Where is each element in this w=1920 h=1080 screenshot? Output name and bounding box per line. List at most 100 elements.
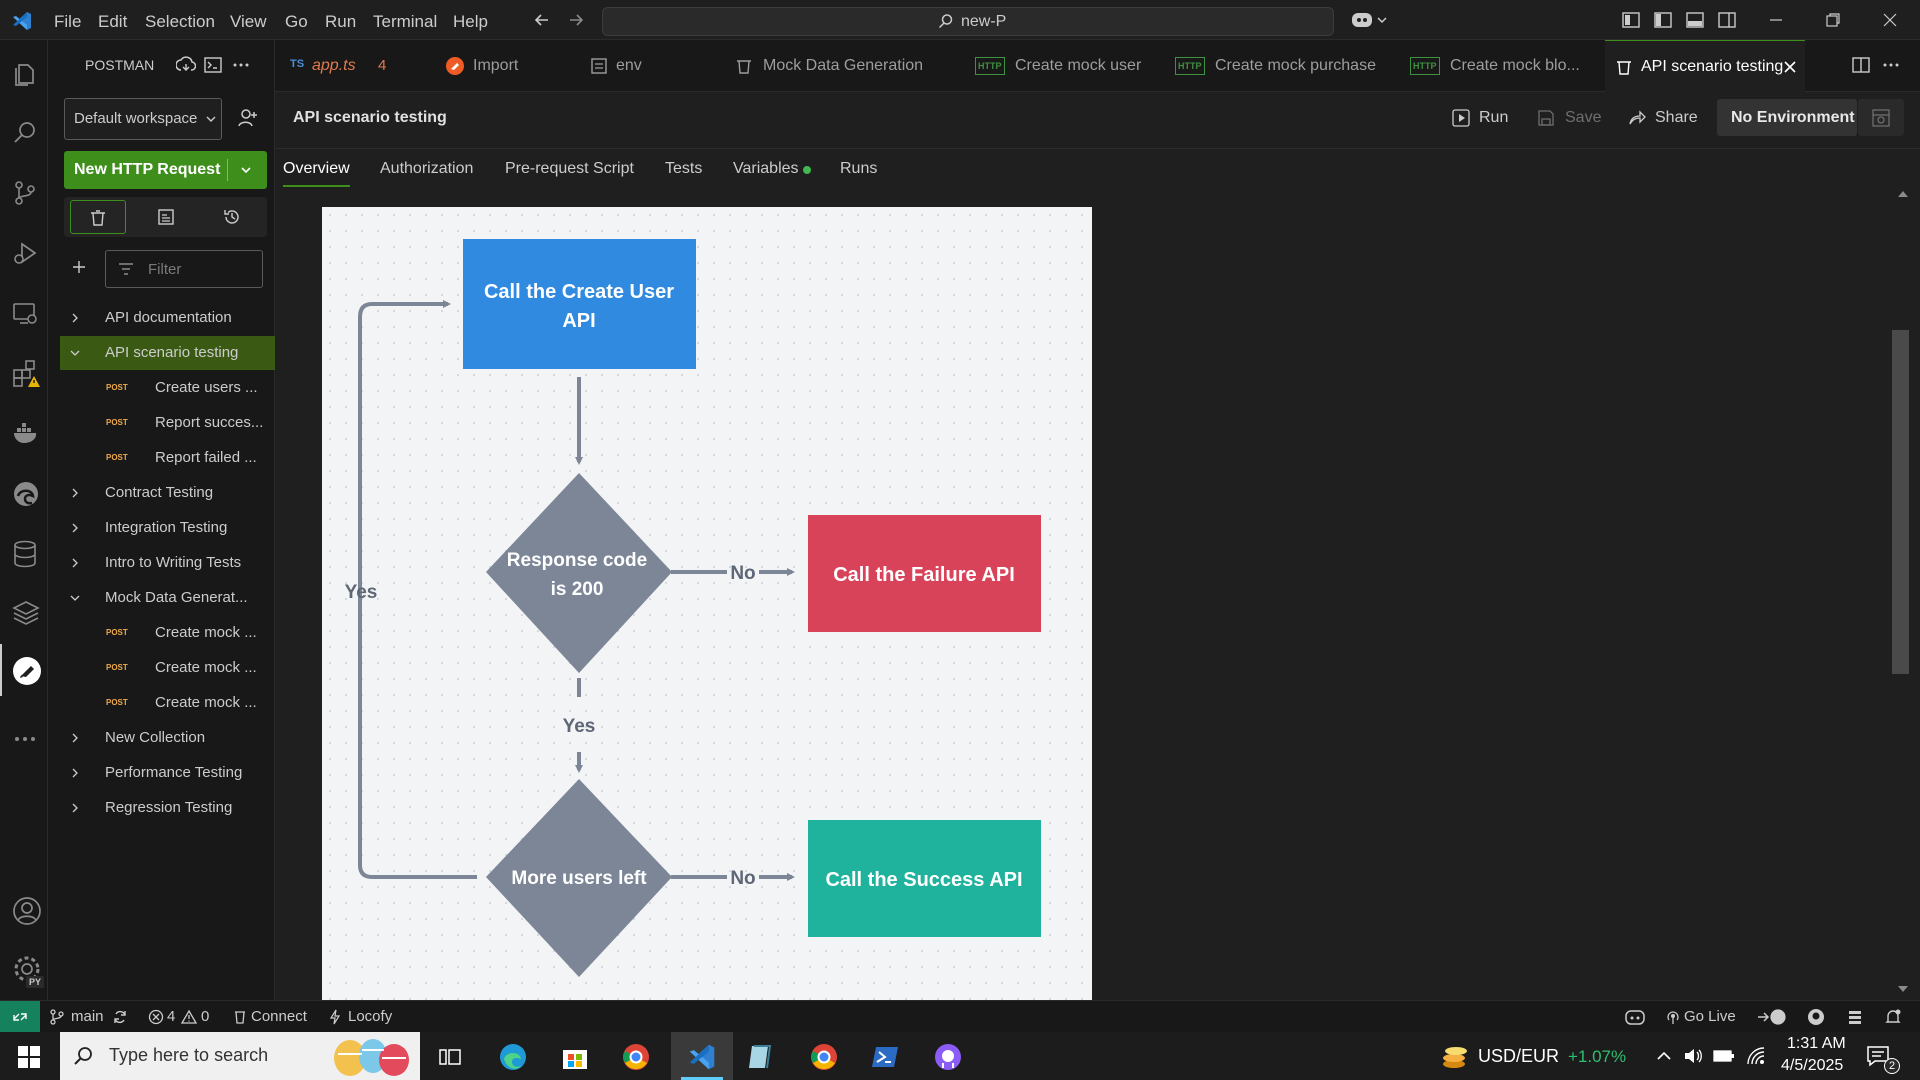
chrome-profile-icon[interactable]: [621, 1042, 651, 1072]
tab-overview[interactable]: Overview: [283, 160, 350, 178]
clock-date[interactable]: 4/5/2025: [1781, 1057, 1843, 1075]
collections-view-button[interactable]: [70, 200, 126, 234]
environment-quick-look-button[interactable]: [1858, 99, 1904, 136]
sync-icon[interactable]: [176, 56, 196, 74]
close-tab-icon[interactable]: [1782, 59, 1798, 75]
collection-mock-data-generation[interactable]: Mock Data Generat...: [60, 581, 275, 615]
customize-layout-icon[interactable]: [1622, 11, 1640, 29]
clock-time[interactable]: 1:31 AM: [1787, 1035, 1846, 1053]
collection-contract-testing[interactable]: Contract Testing: [60, 476, 275, 510]
collection-api-scenario-testing[interactable]: API scenario testing: [60, 336, 275, 370]
battery-icon[interactable]: [1713, 1048, 1735, 1064]
edge-devtools-icon[interactable]: [12, 480, 38, 506]
menu-selection[interactable]: Selection: [145, 12, 215, 32]
editor-more-icon[interactable]: [1882, 56, 1900, 74]
history-view-button[interactable]: [204, 200, 260, 234]
extensions-icon[interactable]: [12, 360, 40, 387]
more-views-icon[interactable]: [12, 726, 38, 752]
forward-arrow-icon[interactable]: [567, 11, 585, 29]
terminal-icon[interactable]: [204, 56, 222, 74]
request-item[interactable]: POST Report failed ...: [60, 441, 275, 475]
tab-runs[interactable]: Runs: [840, 160, 877, 178]
menu-edit[interactable]: Edit: [98, 12, 127, 32]
chevron-down-icon[interactable]: [240, 164, 252, 176]
vscode-taskbar-active[interactable]: [671, 1032, 733, 1080]
environment-select[interactable]: No Environment: [1717, 99, 1857, 136]
notifications-bell-icon[interactable]: [1884, 1008, 1902, 1026]
explorer-icon[interactable]: [12, 60, 38, 86]
tab-pre-request-script[interactable]: Pre-request Script: [505, 160, 634, 178]
edge-browser-icon[interactable]: [498, 1042, 528, 1072]
scroll-up-icon[interactable]: [1898, 190, 1908, 198]
notepad-icon[interactable]: [746, 1042, 776, 1072]
collection-new-collection[interactable]: New Collection: [60, 721, 275, 755]
request-item[interactable]: POST Create mock ...: [60, 686, 275, 720]
request-item[interactable]: POST Create mock ...: [60, 651, 275, 685]
tab-app-ts[interactable]: TS app.ts 4: [275, 40, 435, 92]
remote-explorer-icon[interactable]: [12, 300, 38, 326]
request-item[interactable]: POST Create mock ...: [60, 616, 275, 650]
tab-create-mock-user[interactable]: HTTP Create mock user: [965, 40, 1165, 92]
toggle-secondary-sidebar-icon[interactable]: [1718, 11, 1736, 29]
collection-performance-testing[interactable]: Performance Testing: [60, 756, 275, 790]
command-center-search[interactable]: new-P: [602, 7, 1334, 36]
collection-integration-testing[interactable]: Integration Testing: [60, 511, 275, 545]
locofy-label[interactable]: Locofy: [348, 1008, 392, 1025]
add-collection-icon[interactable]: [71, 259, 87, 275]
save-button[interactable]: Save: [1537, 104, 1607, 132]
layers-icon[interactable]: [12, 600, 40, 626]
currency-label[interactable]: USD/EUR: [1478, 1046, 1559, 1067]
database-status-icon[interactable]: [1847, 1009, 1863, 1025]
volume-icon[interactable]: [1683, 1047, 1703, 1065]
close-window-icon[interactable]: [1882, 12, 1898, 28]
remote-indicator[interactable]: [0, 1001, 40, 1032]
tab-create-mock-purchase[interactable]: HTTP Create mock purchase: [1165, 40, 1400, 92]
menu-help[interactable]: Help: [453, 12, 488, 32]
collection-intro-to-writing-tests[interactable]: Intro to Writing Tests: [60, 546, 275, 580]
error-count[interactable]: 4: [167, 1008, 175, 1025]
request-item[interactable]: POST Create users ...: [60, 371, 275, 405]
copilot-icon[interactable]: [1350, 10, 1390, 30]
warning-count[interactable]: 0: [201, 1008, 209, 1025]
microsoft-store-icon[interactable]: [560, 1042, 590, 1072]
powershell-icon[interactable]: [870, 1042, 900, 1072]
invite-user-icon[interactable]: [237, 107, 259, 129]
tab-variables[interactable]: Variables: [733, 160, 799, 178]
back-arrow-icon[interactable]: [533, 11, 551, 29]
menu-terminal[interactable]: Terminal: [373, 12, 437, 32]
database-icon[interactable]: [12, 540, 38, 568]
live-share-icon[interactable]: [1757, 1008, 1787, 1026]
new-http-request-button[interactable]: New HTTP Request: [64, 151, 267, 189]
github-icon[interactable]: [1807, 1008, 1825, 1026]
tab-mock-data-generation[interactable]: Mock Data Generation: [725, 40, 965, 92]
copilot-status-icon[interactable]: [1625, 1008, 1645, 1026]
vertical-scrollbar-thumb[interactable]: [1892, 330, 1909, 674]
more-actions-icon[interactable]: [232, 56, 250, 74]
tab-import[interactable]: Import: [435, 40, 580, 92]
share-button[interactable]: Share: [1628, 104, 1708, 132]
branch-name[interactable]: main: [71, 1008, 104, 1025]
chrome-icon[interactable]: [809, 1042, 839, 1072]
windows-start-icon[interactable]: [18, 1046, 40, 1068]
toggle-panel-icon[interactable]: [1686, 11, 1704, 29]
split-editor-icon[interactable]: [1852, 56, 1870, 74]
run-button[interactable]: Run: [1452, 104, 1522, 132]
run-debug-icon[interactable]: [12, 240, 38, 266]
collection-regression-testing[interactable]: Regression Testing: [60, 791, 275, 825]
collection-api-documentation[interactable]: API documentation: [60, 301, 275, 335]
go-live-label[interactable]: Go Live: [1684, 1008, 1736, 1025]
accounts-icon[interactable]: [12, 896, 41, 925]
tab-api-scenario-testing[interactable]: API scenario testing: [1605, 40, 1805, 92]
filter-input[interactable]: Filter: [105, 250, 263, 288]
tab-authorization[interactable]: Authorization: [380, 160, 473, 178]
source-control-icon[interactable]: [12, 180, 38, 206]
environments-view-button[interactable]: [138, 200, 194, 234]
tab-env[interactable]: env: [580, 40, 725, 92]
docker-icon[interactable]: [12, 420, 38, 446]
menu-file[interactable]: File: [54, 12, 81, 32]
menu-view[interactable]: View: [230, 12, 267, 32]
task-view-icon[interactable]: [439, 1046, 461, 1068]
tab-create-mock-blo[interactable]: HTTP Create mock blo...: [1400, 40, 1605, 92]
scroll-down-icon[interactable]: [1898, 985, 1908, 993]
request-item[interactable]: POST Report succes...: [60, 406, 275, 440]
